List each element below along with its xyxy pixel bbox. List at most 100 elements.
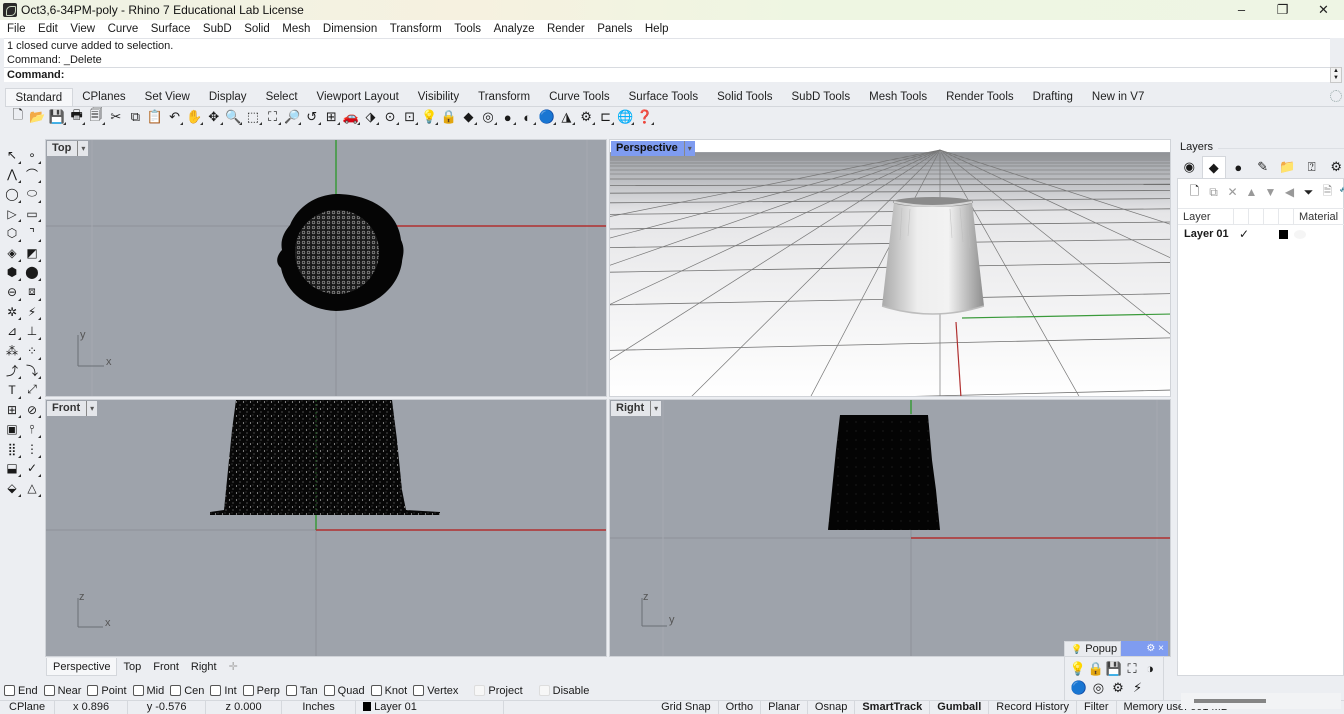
status-layer[interactable]: Layer 01 (356, 700, 505, 714)
menu-file[interactable]: File (7, 23, 26, 35)
text-icon[interactable]: T (2, 380, 22, 400)
layer-name[interactable]: Layer 01 (1178, 226, 1239, 243)
cut-icon[interactable]: ✂ (106, 108, 126, 126)
column-header-current[interactable] (1234, 209, 1249, 224)
zoom-extents-icon[interactable]: ⛶ (1123, 661, 1141, 677)
menu-dimension[interactable]: Dimension (323, 23, 377, 35)
layer-icon[interactable]: ◆ (459, 108, 479, 126)
surface-loft-icon[interactable]: ◩ (22, 243, 42, 263)
show-objects-icon[interactable]: ⊡ (400, 108, 420, 126)
undo-view-icon[interactable]: ↺ (302, 108, 322, 126)
menu-analyze[interactable]: Analyze (494, 23, 535, 35)
tab-solid-tools[interactable]: Solid Tools (708, 88, 782, 106)
status-toggle-ortho[interactable]: Ortho (719, 700, 762, 714)
filter-icon[interactable]: ⏷ (1299, 185, 1318, 200)
render-pyramid-icon[interactable]: △ (22, 478, 42, 498)
pen-icon[interactable]: ✎ (1251, 156, 1276, 178)
status-toggle-planar[interactable]: Planar (761, 700, 808, 714)
osnap-point[interactable]: Point (87, 685, 127, 697)
menu-curve[interactable]: Curve (108, 23, 139, 35)
tab-standard[interactable]: Standard (5, 88, 73, 106)
menu-tools[interactable]: Tools (454, 23, 481, 35)
osnap-near[interactable]: Near (43, 685, 81, 697)
polyline-icon[interactable]: ⋀ (2, 165, 22, 185)
column-header-locked[interactable] (1264, 209, 1279, 224)
viewport-tab-front[interactable]: Front (147, 658, 185, 676)
viewport-front-label[interactable]: Front ▾ (47, 401, 98, 416)
status-toggle-filter[interactable]: Filter (1077, 700, 1117, 714)
ellipse-icon[interactable]: ⬭ (22, 184, 42, 204)
popup-gear-icon[interactable]: ⚙ (1146, 643, 1155, 654)
boolean-icon[interactable]: ⚡ (22, 302, 42, 322)
render-icon[interactable]: 🔵 (537, 108, 557, 126)
menu-surface[interactable]: Surface (151, 23, 191, 35)
four-viewports-icon[interactable]: ⊞ (322, 108, 342, 126)
new-file-icon[interactable]: 🗋 (8, 107, 28, 126)
open-folder-icon[interactable]: 📂 (28, 108, 48, 126)
minimize-button[interactable]: – (1221, 0, 1262, 20)
add-viewport-tab-icon[interactable]: ✛ (223, 660, 244, 673)
globe-icon[interactable]: 🌐 (615, 108, 635, 126)
new-layer-icon[interactable]: 🗋 (1185, 182, 1204, 203)
shell-icon[interactable]: ⬙ (2, 478, 22, 498)
status-toggle-smarttrack[interactable]: SmartTrack (855, 700, 931, 714)
viewport-menu-caret-icon[interactable]: ▾ (650, 401, 658, 416)
delete-layer-icon[interactable]: ✕ (1223, 185, 1242, 199)
osnap-project[interactable]: Project (474, 685, 523, 697)
menu-help[interactable]: Help (645, 23, 669, 35)
undo-icon[interactable]: ↶ (165, 108, 185, 126)
zoom-selected-icon[interactable]: 🔎 (282, 108, 302, 126)
status-units[interactable]: Inches (282, 700, 357, 714)
menu-panels[interactable]: Panels (597, 23, 632, 35)
layers-horizontal-scrollbar[interactable] (1181, 693, 1341, 709)
transform-move-icon[interactable]: ⤢ (22, 380, 42, 400)
print-icon[interactable]: 🖶 (67, 107, 87, 126)
shaded-sphere-icon[interactable]: ◑ (1141, 661, 1159, 676)
pan-hand-icon[interactable]: ✋ (184, 108, 204, 126)
array-icon[interactable]: ⊞ (2, 400, 22, 420)
extend-icon[interactable]: ⊿ (2, 321, 22, 341)
osnap-quad[interactable]: Quad (323, 685, 365, 697)
viewport-menu-caret-icon[interactable]: ▾ (683, 141, 692, 156)
materials-icon[interactable]: ◮ (557, 108, 577, 126)
viewport-menu-caret-icon[interactable]: ▾ (86, 401, 94, 416)
panel-gear-icon[interactable]: ⚙ (1324, 156, 1344, 178)
restore-button[interactable]: ❐ (1262, 0, 1303, 20)
osnap-checkbox[interactable] (370, 685, 382, 696)
scale-icon[interactable]: ⊘ (22, 400, 42, 420)
color-wheel-icon[interactable]: ◎ (1089, 680, 1109, 696)
layer-row[interactable]: Layer 01 ✓ (1178, 226, 1344, 243)
grid-snap-icon[interactable]: ⊏ (596, 108, 616, 126)
viewport-tab-top[interactable]: Top (117, 658, 147, 676)
viewport-menu-caret-icon[interactable]: ▾ (77, 141, 85, 156)
tab-display[interactable]: Display (199, 88, 256, 106)
status-toggle-record-history[interactable]: Record History (989, 700, 1078, 714)
move-up-icon[interactable]: ▲ (1242, 185, 1261, 199)
viewport-perspective[interactable]: Perspective ▾ (609, 139, 1171, 397)
surface-from-points-icon[interactable]: ◈ (2, 243, 22, 263)
osnap-perp[interactable]: Perp (242, 685, 280, 697)
tab-new-in-v7[interactable]: New in V7 (1082, 88, 1153, 106)
viewport-top-label[interactable]: Top ▾ (47, 141, 89, 156)
linked-block-icon[interactable]: ⋮ (22, 439, 42, 459)
layers-icon[interactable]: ◆ (1201, 156, 1226, 178)
grid-array-icon[interactable]: ⣿ (2, 439, 22, 459)
options-gear-icon[interactable]: ⚙ (576, 108, 596, 126)
rotate-view-icon[interactable]: ✥ (204, 108, 224, 126)
viewport-right[interactable]: Right ▾ z y (609, 399, 1171, 657)
named-position-car-icon[interactable]: 🚗 (341, 108, 361, 126)
popup-tab[interactable]: 💡 Popup (1064, 641, 1121, 656)
template-icon[interactable]: 🗐 (86, 107, 106, 126)
explode-gear-icon[interactable]: ✲ (2, 302, 22, 322)
rectangle-icon[interactable]: ▭ (22, 204, 42, 224)
dimension-icon[interactable]: ⫯ (22, 419, 42, 439)
command-scroll-arrows[interactable]: ▲ ▼ (1330, 67, 1342, 83)
layer-state-icon[interactable]: 🗎 (1318, 182, 1337, 203)
osnap-checkbox[interactable] (43, 685, 55, 696)
menu-render[interactable]: Render (547, 23, 585, 35)
color-wheel-icon[interactable]: ◎ (478, 108, 498, 126)
group-icon[interactable]: ⁂ (2, 341, 22, 361)
menu-view[interactable]: View (70, 23, 95, 35)
osnap-checkbox[interactable] (538, 685, 550, 696)
command-input[interactable]: Command: (4, 67, 1330, 82)
